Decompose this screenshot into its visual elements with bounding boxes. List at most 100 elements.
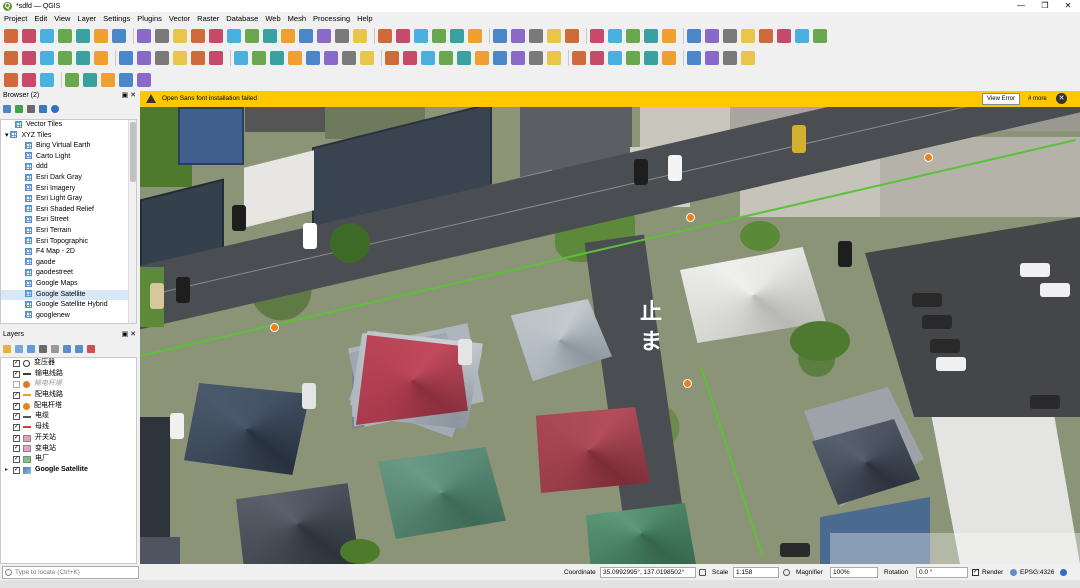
browser-item[interactable]: Esri Street: [1, 215, 136, 226]
panel-close-icon[interactable]: ▣ ✕: [122, 91, 136, 101]
layer-visibility-checkbox[interactable]: ✓: [13, 402, 20, 410]
browser-item[interactable]: ddd: [1, 162, 136, 173]
map-tool-16-icon[interactable]: [281, 29, 295, 43]
layer-item[interactable]: ✓ 配电杆塔: [1, 401, 136, 412]
expand-arrow-icon[interactable]: ▸: [5, 465, 13, 476]
layer-item[interactable]: ✓ 开关站: [1, 433, 136, 444]
edit-tool-16-icon[interactable]: [288, 51, 302, 65]
map-tool-36-icon[interactable]: [662, 29, 676, 43]
map-tool-30-icon[interactable]: [547, 29, 561, 43]
map-tool-39-icon[interactable]: [723, 29, 737, 43]
crs-icon[interactable]: [1010, 569, 1017, 576]
style-icon[interactable]: [3, 345, 11, 353]
map-tool-10-icon[interactable]: [173, 29, 187, 43]
menu-web[interactable]: Web: [265, 14, 280, 23]
layer-item[interactable]: ▸ ✓ Google Satellite: [1, 465, 136, 476]
refresh-icon[interactable]: [15, 105, 23, 113]
edit-tool-40-icon[interactable]: [741, 51, 755, 65]
browser-item[interactable]: Esri Light Gray: [1, 194, 136, 205]
map-tool-29-icon[interactable]: [529, 29, 543, 43]
edit-tool-26-icon[interactable]: [475, 51, 489, 65]
edit-tool-36-icon[interactable]: [662, 51, 676, 65]
edit-tool-23-icon[interactable]: [421, 51, 435, 65]
layer-visibility-checkbox[interactable]: ✓: [13, 466, 20, 474]
edit-tool-27-icon[interactable]: [493, 51, 507, 65]
minimize-button[interactable]: —: [1009, 0, 1033, 12]
layer-visibility-checkbox[interactable]: ✓: [13, 445, 20, 453]
map-tool-37-icon[interactable]: [687, 29, 701, 43]
layer-item[interactable]: ✓ 变压器: [1, 358, 136, 369]
map-tool-41-icon[interactable]: [759, 29, 773, 43]
layer-item[interactable]: ✓ 母线: [1, 422, 136, 433]
layer-visibility-checkbox[interactable]: [13, 381, 20, 389]
edit-tool-6-icon[interactable]: [94, 51, 108, 65]
map-tool-26-icon[interactable]: [468, 29, 482, 43]
edit-tool-25-icon[interactable]: [457, 51, 471, 65]
edit-tool-30-icon[interactable]: [547, 51, 561, 65]
pole-marker[interactable]: [270, 323, 279, 332]
close-button[interactable]: ✕: [1056, 0, 1080, 12]
map-tool-6-icon[interactable]: [94, 29, 108, 43]
map-tool-27-icon[interactable]: [493, 29, 507, 43]
map-tool-13-icon[interactable]: [227, 29, 241, 43]
browser-scrollbar[interactable]: [128, 120, 136, 323]
edit-tool-34-icon[interactable]: [626, 51, 640, 65]
browser-item[interactable]: Bing Virtual Earth: [1, 141, 136, 152]
edit-tool-7-icon[interactable]: [119, 51, 133, 65]
layer-visibility-checkbox[interactable]: ✓: [13, 434, 20, 442]
browser-item[interactable]: Carto Light: [1, 152, 136, 163]
edit-tool-17-icon[interactable]: [306, 51, 320, 65]
browser-item[interactable]: ▾ XYZ Tiles: [1, 131, 136, 142]
identify-tool-5-icon[interactable]: [83, 73, 97, 87]
layer-item[interactable]: ✓ 配电线路: [1, 390, 136, 401]
menu-view[interactable]: View: [54, 14, 70, 23]
browser-item[interactable]: Vector Tiles: [1, 120, 136, 131]
panel-close-icon[interactable]: ▣ ✕: [122, 330, 136, 340]
edit-tool-39-icon[interactable]: [723, 51, 737, 65]
add-group-icon[interactable]: [15, 345, 23, 353]
map-tool-31-icon[interactable]: [565, 29, 579, 43]
menu-layer[interactable]: Layer: [77, 14, 96, 23]
remove-layer-icon[interactable]: [87, 345, 95, 353]
map-tool-17-icon[interactable]: [299, 29, 313, 43]
map-tool-19-icon[interactable]: [335, 29, 349, 43]
collapse-all-icon[interactable]: [75, 345, 83, 353]
edit-tool-19-icon[interactable]: [342, 51, 356, 65]
edit-tool-35-icon[interactable]: [644, 51, 658, 65]
map-tool-2-icon[interactable]: [22, 29, 36, 43]
map-tool-40-icon[interactable]: [741, 29, 755, 43]
layer-item[interactable]: 输电杆塔: [1, 379, 136, 390]
menu-processing[interactable]: Processing: [313, 14, 350, 23]
browser-item[interactable]: Esri Imagery: [1, 184, 136, 195]
map-tool-18-icon[interactable]: [317, 29, 331, 43]
map-tool-35-icon[interactable]: [644, 29, 658, 43]
layer-item[interactable]: ✓ 电缆: [1, 411, 136, 422]
menu-help[interactable]: Help: [357, 14, 372, 23]
map-tool-4-icon[interactable]: [58, 29, 72, 43]
map-tool-24-icon[interactable]: [432, 29, 446, 43]
locator-input[interactable]: Type to locate (Ctrl+K): [2, 566, 139, 579]
more-messages-button[interactable]: # more: [1028, 91, 1047, 107]
identify-tool-8-icon[interactable]: [137, 73, 151, 87]
messages-icon[interactable]: [1060, 569, 1067, 576]
identify-tool-4-icon[interactable]: [65, 73, 79, 87]
edit-tool-33-icon[interactable]: [608, 51, 622, 65]
map-tool-8-icon[interactable]: [137, 29, 151, 43]
edit-tool-8-icon[interactable]: [137, 51, 151, 65]
edit-tool-12-icon[interactable]: [209, 51, 223, 65]
layer-item[interactable]: ✓ 输电线路: [1, 369, 136, 380]
edit-tool-4-icon[interactable]: [58, 51, 72, 65]
edit-tool-37-icon[interactable]: [687, 51, 701, 65]
edit-tool-20-icon[interactable]: [360, 51, 374, 65]
edit-tool-15-icon[interactable]: [270, 51, 284, 65]
edit-tool-11-icon[interactable]: [191, 51, 205, 65]
edit-tool-31-icon[interactable]: [572, 51, 586, 65]
pole-marker[interactable]: [683, 379, 692, 388]
edit-tool-10-icon[interactable]: [173, 51, 187, 65]
filter-icon[interactable]: [27, 105, 35, 113]
browser-item[interactable]: Esri Shaded Relief: [1, 205, 136, 216]
edit-tool-3-icon[interactable]: [40, 51, 54, 65]
edit-tool-2-icon[interactable]: [22, 51, 36, 65]
render-checkbox[interactable]: ✓: [972, 569, 979, 576]
map-tool-9-icon[interactable]: [155, 29, 169, 43]
